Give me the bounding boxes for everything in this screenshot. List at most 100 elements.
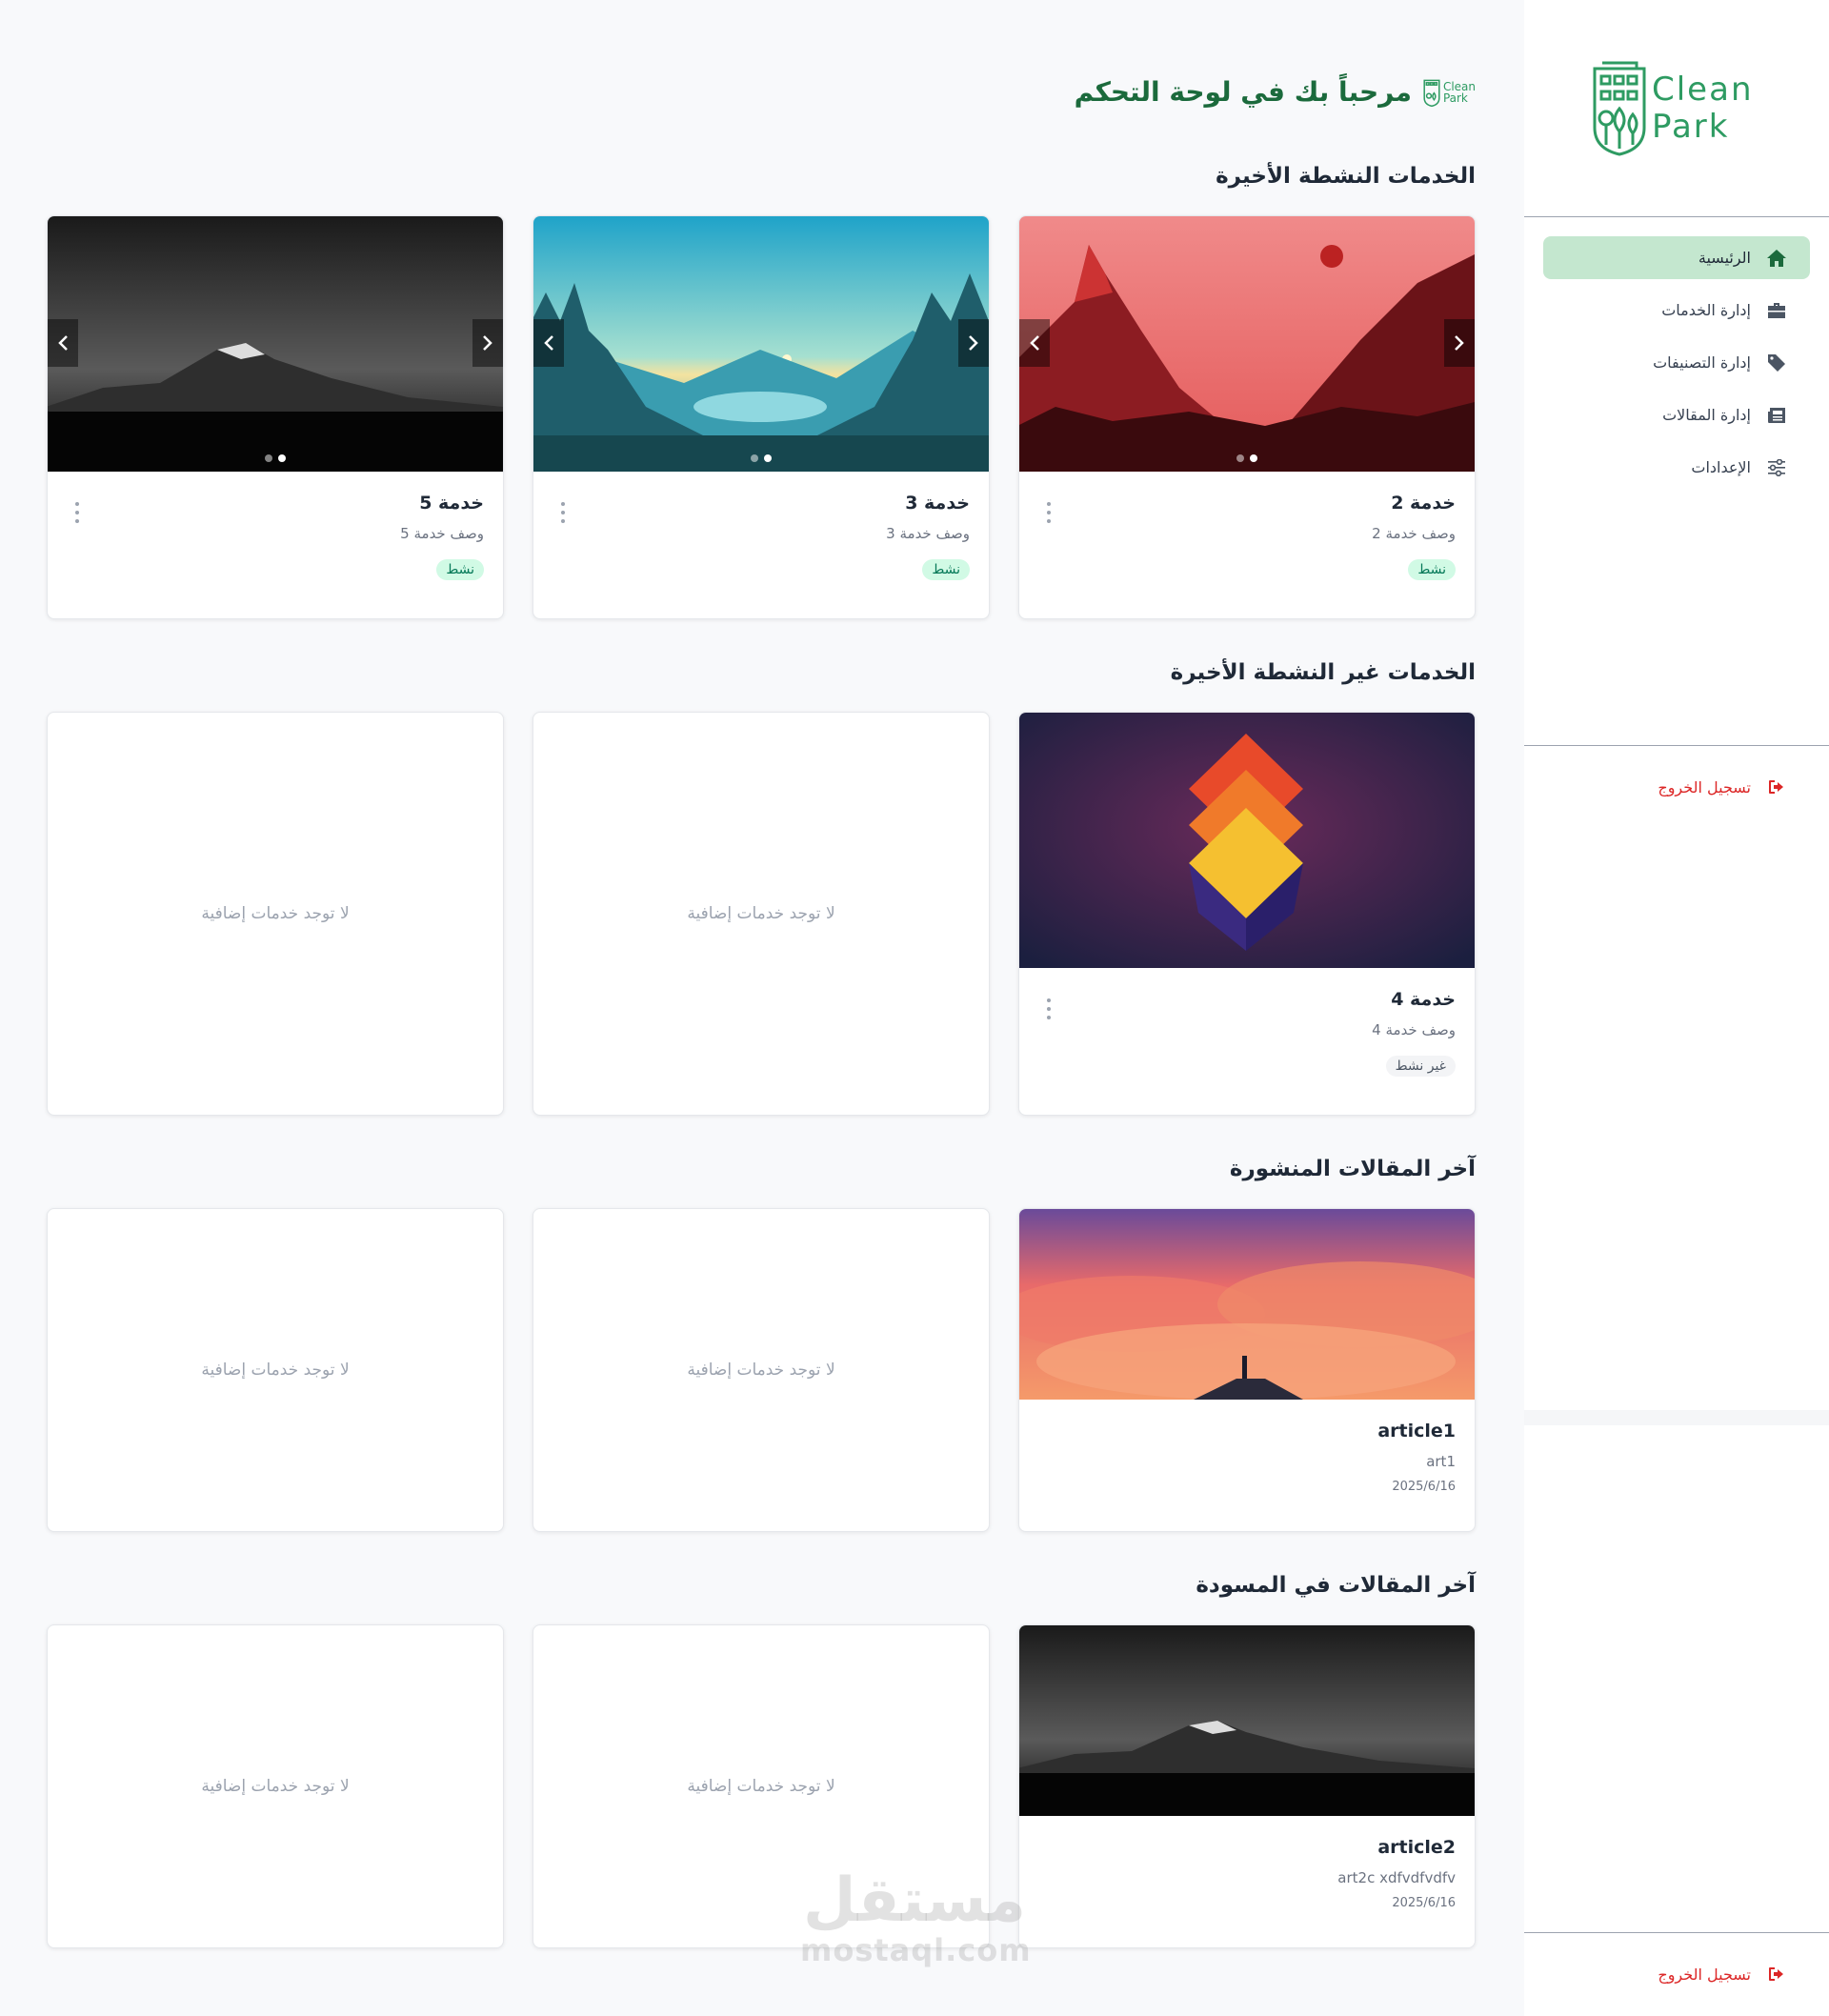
empty-placeholder-text: لا توجد خدمات إضافية [687,1361,835,1380]
service-image [1019,713,1475,968]
card-body: article1 art1 2025/6/16 [1019,1400,1475,1494]
red-mountain-image [1019,216,1475,472]
card-body: خدمة 5 وصف خدمة 5 نشط [48,472,503,580]
service-image-carousel [48,216,503,472]
logout-button[interactable]: تسجيل الخروج [1543,768,1810,806]
more-options-icon[interactable] [560,502,566,523]
section-title-draft-articles: آخر المقالات في المسودة [1196,1573,1476,1598]
service-image-carousel [533,216,989,472]
carousel-next-button[interactable] [958,319,989,367]
service-card[interactable]: خدمة 5 وصف خدمة 5 نشط [47,215,504,619]
sidebar-item-articles[interactable]: إدارة المقالات [1543,393,1810,436]
watermark-latin: mostaql.com [800,1932,1032,1968]
empty-placeholder-text: لا توجد خدمات إضافية [201,1361,350,1380]
page-title: مرحباً بك في لوحة التحكم [1074,76,1412,108]
chevron-left-icon [544,335,553,351]
sidebar-item-label: الرئيسية [1698,249,1751,267]
sidebar-divider-bottom [1524,1932,1829,1933]
card-body: خدمة 2 وصف خدمة 2 نشط [1019,472,1475,580]
section-title-inactive-services: الخدمات غير النشطة الأخيرة [1170,660,1476,685]
tags-icon [1766,353,1787,373]
empty-placeholder-text: لا توجد خدمات إضافية [201,904,350,923]
empty-placeholder-card: لا توجد خدمات إضافية [47,712,504,1116]
mini-logo: Clean Park [1423,78,1476,107]
carousel-dot[interactable] [751,454,758,462]
logout-label: تسجيل الخروج [1658,777,1751,796]
sidebar-item-label: إدارة المقالات [1662,406,1751,424]
chevron-left-icon [1030,335,1039,351]
service-title: خدمة 5 [419,493,484,514]
active-services-row: خدمة 2 وصف خدمة 2 نشط خدمة 3 وصف خدمة 3 … [47,215,1476,619]
sidebar-item-services[interactable]: إدارة الخدمات [1543,289,1810,332]
card-body: خدمة 4 وصف خدمة 4 غير نشط [1019,968,1475,1077]
section-title-published-articles: آخر المقالات المنشورة [1229,1157,1476,1181]
brand-logo[interactable]: Clean Park [1591,61,1754,156]
chevron-left-icon [58,335,68,351]
empty-placeholder-card: لا توجد خدمات إضافية [533,1208,990,1532]
published-articles-row: article1 art1 2025/6/16 لا توجد خدمات إض… [47,1208,1476,1532]
dashboard-main: Clean Park مرحباً بك في لوحة التحكم الخد… [0,0,1524,2016]
sidebar-nav: الرئيسية إدارة الخدمات إدارة التصنيفات إ… [1543,236,1810,498]
service-title: خدمة 2 [1391,493,1456,514]
service-card[interactable]: خدمة 4 وصف خدمة 4 غير نشط [1018,712,1476,1116]
draft-articles-row: article2 art2c xdfvdfvdfv 2025/6/16 لا ت… [47,1624,1476,1948]
watermark-arabic: مستقل [802,1865,1027,1936]
carousel-prev-button[interactable] [533,319,564,367]
sidebar-item-label: إدارة الخدمات [1661,301,1751,319]
article-card[interactable]: article2 art2c xdfvdfvdfv 2025/6/16 [1018,1624,1476,1948]
mini-logo-line1: Clean [1442,79,1476,93]
chevron-right-icon [969,335,978,351]
sidebar-item-categories[interactable]: إدارة التصنيفات [1543,341,1810,384]
carousel-dot[interactable] [265,454,272,462]
service-description: وصف خدمة 2 [1372,525,1456,542]
chevron-right-icon [1455,335,1464,351]
carousel-next-button[interactable] [1444,319,1475,367]
more-options-icon[interactable] [74,502,80,523]
home-icon [1766,248,1787,269]
more-options-icon[interactable] [1046,502,1052,523]
article-card[interactable]: article1 art1 2025/6/16 [1018,1208,1476,1532]
newspaper-icon [1766,405,1787,426]
carousel-prev-button[interactable] [1019,319,1050,367]
carousel-dots [1236,454,1257,462]
card-body: article2 art2c xdfvdfvdfv 2025/6/16 [1019,1816,1475,1910]
carousel-dots [751,454,772,462]
status-badge: نشط [1408,559,1456,580]
carousel-dot[interactable] [1236,454,1244,462]
sidebar-item-label: الإعدادات [1691,458,1751,476]
chevron-right-icon [483,335,492,351]
sunset-clouds-image [1019,1209,1475,1400]
sidebar-item-home[interactable]: الرئيسية [1543,236,1810,279]
empty-placeholder-card: لا توجد خدمات إضافية [533,712,990,1116]
service-description: وصف خدمة 4 [1372,1021,1456,1038]
carousel-dot-active[interactable] [278,454,286,462]
logo-line1: Clean [1652,71,1754,109]
building-leaf-logo-icon [1593,61,1646,156]
empty-placeholder-text: لا توجد خدمات إضافية [687,1777,835,1796]
status-badge: غير نشط [1385,1056,1456,1077]
service-description: وصف خدمة 3 [886,525,970,542]
carousel-prev-button[interactable] [48,319,78,367]
carousel-dot-active[interactable] [1250,454,1257,462]
service-card[interactable]: خدمة 2 وصف خدمة 2 نشط [1018,215,1476,619]
logout-button-bottom[interactable]: تسجيل الخروج [1543,1955,1810,1993]
empty-placeholder-card: لا توجد خدمات إضافية [47,1624,504,1948]
sliders-icon [1766,457,1787,478]
empty-placeholder-card: لا توجد خدمات إضافية [47,1208,504,1532]
sidebar-item-settings[interactable]: الإعدادات [1543,446,1810,489]
more-options-icon[interactable] [1046,998,1052,1019]
article-date: 2025/6/16 [1392,1896,1456,1910]
article-title: article2 [1377,1837,1456,1858]
dark-mountain-image [1019,1625,1475,1816]
carousel-dot-active[interactable] [764,454,772,462]
carousel-next-button[interactable] [472,319,503,367]
sign-out-icon [1766,776,1787,797]
sidebar-item-label: إدارة التصنيفات [1653,353,1751,372]
status-badge: نشط [922,559,970,580]
sidebar-divider [1524,745,1829,746]
sidebar: Clean Park الرئيسية إدارة الخدمات إدارة … [1524,0,1829,2016]
article-excerpt: art2c xdfvdfvdfv [1337,1869,1456,1886]
empty-placeholder-text: لا توجد خدمات إضافية [687,904,835,923]
service-card[interactable]: خدمة 3 وصف خدمة 3 نشط [533,215,990,619]
briefcase-icon [1766,300,1787,321]
